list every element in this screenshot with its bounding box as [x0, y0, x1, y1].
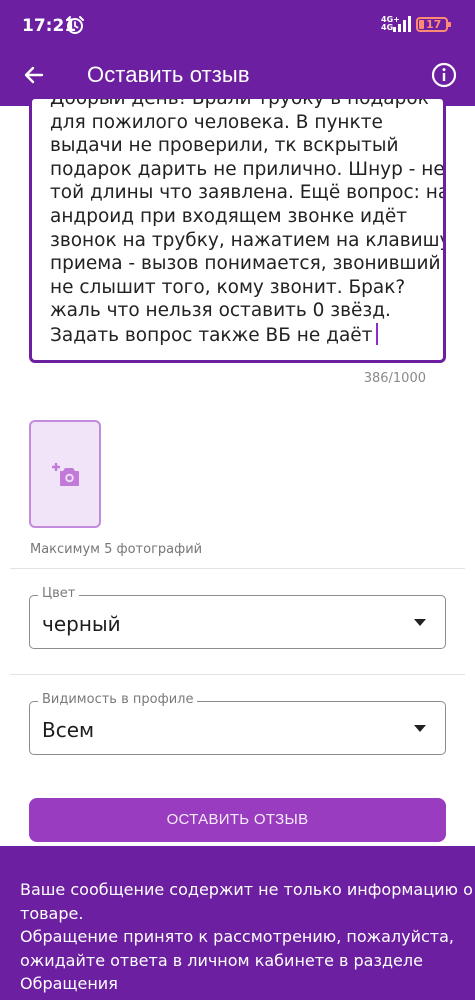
- dropdown-arrow-icon: [414, 725, 426, 732]
- review-text-line: жаль что нельзя оставить 0 звёзд.: [50, 300, 391, 322]
- signal-icon: [393, 16, 411, 32]
- arrow-left-icon[interactable]: [22, 63, 46, 87]
- review-text-line: приема - вызов понимается, звонивший: [50, 253, 441, 275]
- add-photo-icon: [52, 463, 79, 486]
- visibility-dropdown-value: Всем: [42, 718, 95, 742]
- visibility-dropdown-label: Видимость в профиле: [38, 692, 198, 707]
- review-text-line: для пожилого человека. В пункте: [50, 111, 383, 133]
- color-dropdown-label: Цвет: [38, 586, 80, 601]
- review-text-line: звонок на трубку, нажатием на клавишу: [50, 229, 446, 251]
- divider: [10, 568, 465, 569]
- battery-icon: 17: [416, 17, 451, 32]
- alarm-icon: [66, 16, 84, 34]
- divider: [10, 674, 465, 675]
- network-label-bottom: 4G: [381, 23, 394, 32]
- snackbar-line: Обращение принято к рассмотрению, пожалу…: [20, 927, 454, 946]
- snackbar-line: Обращения: [20, 974, 118, 993]
- submit-review-button[interactable]: ОСТАВИТЬ ОТЗЫВ: [29, 798, 446, 842]
- dropdown-arrow-icon: [414, 619, 426, 626]
- character-counter: 386/1000: [363, 371, 426, 386]
- color-dropdown[interactable]: Цвет черный: [29, 586, 446, 649]
- info-icon[interactable]: [431, 62, 457, 88]
- snackbar-line: Ваше сообщение содержит не только информ…: [20, 880, 473, 899]
- review-text-line: Добрый день! Брали трубку в подарок: [50, 96, 429, 109]
- text-cursor: [376, 322, 379, 345]
- review-text-line: Задать вопрос также ВБ не даёт: [50, 322, 435, 348]
- page-title: Оставить отзыв: [87, 62, 250, 87]
- review-text-line: андроид при входящем звонке идёт: [50, 205, 408, 227]
- review-text: Добрый день! Брали трубку в подарок для п…: [50, 96, 446, 348]
- color-dropdown-value: черный: [42, 612, 121, 636]
- add-photo-button[interactable]: [29, 420, 101, 528]
- snackbar-line: ожидайте ответа в личном кабинете в разд…: [20, 950, 423, 970]
- battery-level: 17: [426, 18, 442, 31]
- snackbar-line: товаре.: [20, 903, 84, 923]
- review-textarea[interactable]: Добрый день! Брали трубку в подарок для п…: [29, 96, 446, 363]
- snackbar-message: Ваше сообщение содержит не только информ…: [0, 846, 475, 1000]
- review-text-line: той длины что заявлена. Ещё вопрос: на: [50, 182, 446, 204]
- photo-limit-caption: Максимум 5 фотографий: [30, 542, 203, 557]
- review-text-line: не слышит того, кому звонит. Брак?: [50, 276, 406, 298]
- review-text-line: подарок дарить не прилично. Шнур - не: [50, 158, 445, 180]
- review-text-line: выдачи не проверили, тк вскрытый: [50, 135, 399, 157]
- status-bar: 17:21 4G+ 4G 17: [0, 0, 475, 44]
- visibility-dropdown[interactable]: Видимость в профиле Всем: [29, 692, 446, 755]
